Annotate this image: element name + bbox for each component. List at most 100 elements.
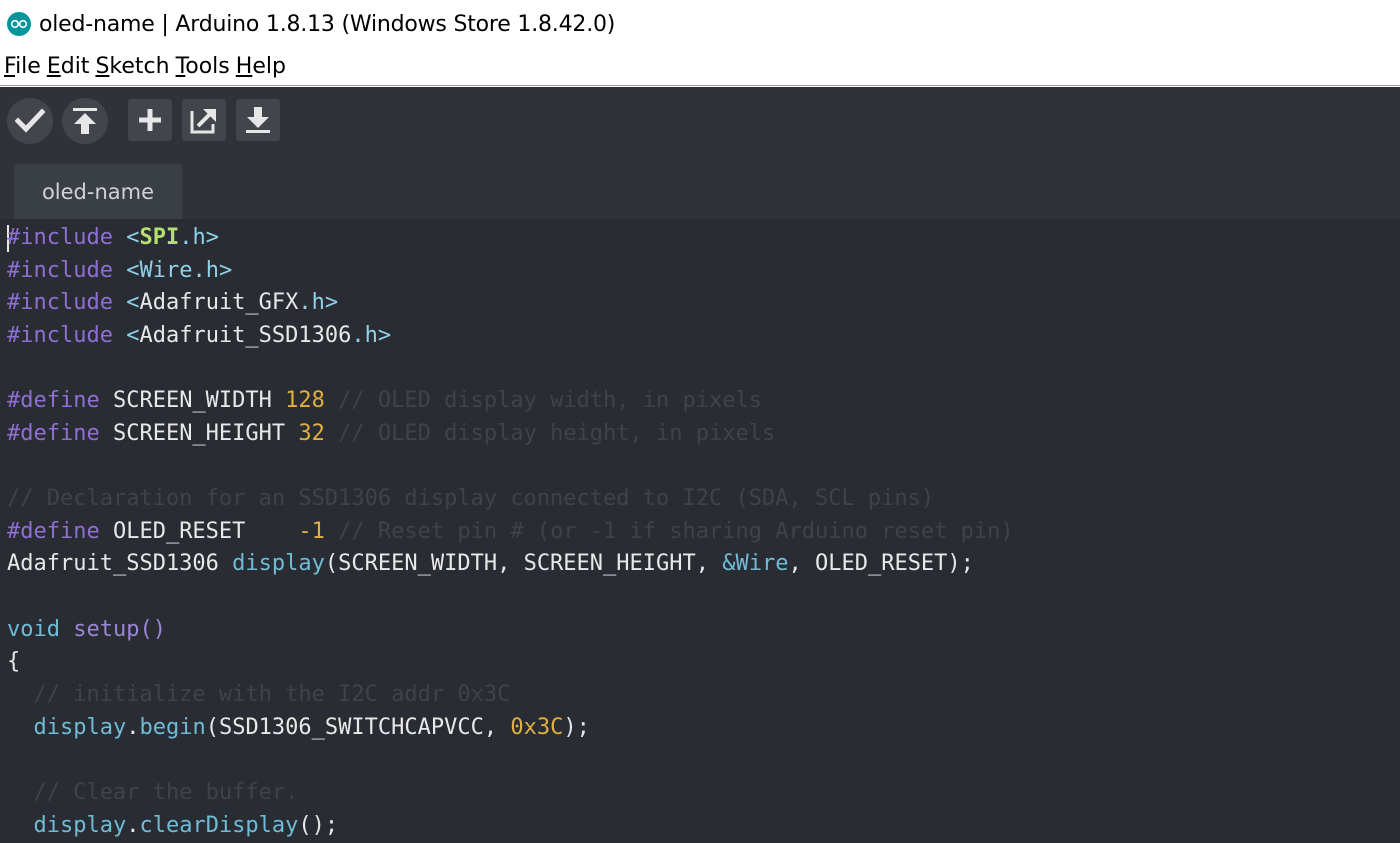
code-token: begin [139,714,206,740]
code-token: . [126,812,140,838]
verify-check-icon [15,108,45,133]
code-line: display.clearDisplay(); [7,810,1014,843]
code-token: #include [7,322,113,348]
tab-oled-name[interactable]: oled-name [14,164,182,219]
code-token: #include [7,290,113,316]
toolbar [0,87,1400,164]
code-token: // initialize with the I2C addr 0x3C [7,681,511,707]
code-line: #include <SPI.h> [7,222,1014,255]
menu-label-rest: dit [60,54,90,79]
menu-mnemonic: H [235,54,253,79]
code-token: #include [7,225,113,250]
open-arrow-icon [190,109,216,134]
menu-mnemonic: E [46,54,61,79]
code-token: < [126,225,140,250]
code-token: Wire [139,257,193,283]
code-token: // Reset pin # (or -1 if sharing Arduino… [324,518,1014,544]
code-token: #include [7,257,113,283]
code-line: #define SCREEN_WIDTH 128 // OLED display… [7,385,1014,418]
code-editor[interactable]: #include <SPI.h> #include <Wire.h> #includ… [0,219,1400,843]
menu-label-rest: ketch [109,54,170,79]
code-token: display [33,714,127,740]
menu-bar: File Edit Sketch Tools Help [0,48,1400,86]
code-token: OLED_RESET [99,518,299,544]
code-token: .h> [351,322,392,348]
code-area[interactable]: #include <SPI.h> #include <Wire.h> #includ… [7,222,1014,842]
code-line: Adafruit_SSD1306 display(SCREEN_WIDTH, S… [7,548,1014,581]
code-token: // OLED display width, in pixels [324,388,762,414]
open-sketch-button[interactable] [182,99,226,141]
code-line: #define SCREEN_HEIGHT 32 // OLED display… [7,418,1014,451]
menu-item[interactable]: File [2,54,43,79]
code-line: #define OLED_RESET -1 // Reset pin # (or… [7,516,1014,549]
new-plus-icon [139,109,161,131]
code-token: display [33,812,127,838]
save-sketch-button[interactable] [236,99,280,141]
code-line: display.begin(SSD1306_SWITCHCAPVCC, 0x3C… [7,712,1014,745]
code-token: SPI [139,225,180,250]
code-line: // Declaration for an SSD1306 display co… [7,483,1014,516]
menu-mnemonic: F [4,54,16,79]
code-token: Adafruit_SSD1306 [139,322,352,348]
verify-button[interactable] [7,98,53,144]
title-bar: oled-name | Arduino 1.8.13 (Windows Stor… [0,0,1400,48]
menu-mnemonic: S [95,54,110,79]
new-sketch-button[interactable] [128,99,172,141]
code-token: , OLED_RESET); [788,551,974,577]
code-line: #include <Adafruit_GFX.h> [7,287,1014,320]
code-line: // initialize with the I2C addr 0x3C [7,679,1014,712]
code-token: &Wire [722,551,789,577]
code-token: < [126,257,140,283]
code-token: clearDisplay [139,812,299,838]
upload-arrow-icon [73,108,97,134]
upload-button[interactable] [62,98,108,144]
code-token: < [126,290,140,316]
code-token: SCREEN_WIDTH [99,388,286,414]
code-line: #include <Adafruit_SSD1306.h> [7,320,1014,353]
code-token: (); [298,812,339,838]
code-token: #define [7,518,100,544]
arduino-logo-icon [7,12,31,36]
menu-item[interactable]: Help [234,54,288,79]
code-token: () [139,616,166,642]
code-line: { [7,646,1014,679]
code-token: // Declaration for an SSD1306 display co… [7,486,935,512]
code-line: // Clear the buffer. [7,777,1014,810]
code-token: // Clear the buffer. [7,779,299,805]
code-token: { [7,649,21,675]
menu-label-rest: elp [252,54,286,79]
menu-item[interactable]: Edit [45,54,92,79]
code-token: -1 [298,518,325,544]
code-token: // OLED display height, in pixels [324,420,776,446]
code-token: 0x3C [510,714,564,740]
code-token: #define [7,420,100,446]
code-token: Adafruit_GFX [139,290,299,316]
code-token: < [126,322,140,348]
window-title: oled-name | Arduino 1.8.13 (Windows Stor… [39,11,616,37]
code-token: ); [563,714,590,740]
code-token: .h> [192,257,233,283]
menu-label-rest: ools [185,54,230,79]
code-token: display [232,551,325,577]
code-line: #include <Wire.h> [7,255,1014,288]
code-token: Adafruit_SSD1306 [7,551,233,577]
code-token: (SCREEN_WIDTH, SCREEN_HEIGHT, [324,551,723,577]
code-token: setup [73,616,140,642]
code-token: void [7,616,60,642]
code-token: 32 [298,420,325,446]
menu-item[interactable]: Sketch [93,54,171,79]
code-line: void setup() [7,614,1014,647]
menu-item[interactable]: Tools [174,54,232,79]
code-token: SCREEN_HEIGHT [99,420,299,446]
code-token: (SSD1306_SWITCHCAPVCC, [205,714,511,740]
menu-label-rest: ile [15,54,41,79]
code-token: 128 [285,388,325,414]
